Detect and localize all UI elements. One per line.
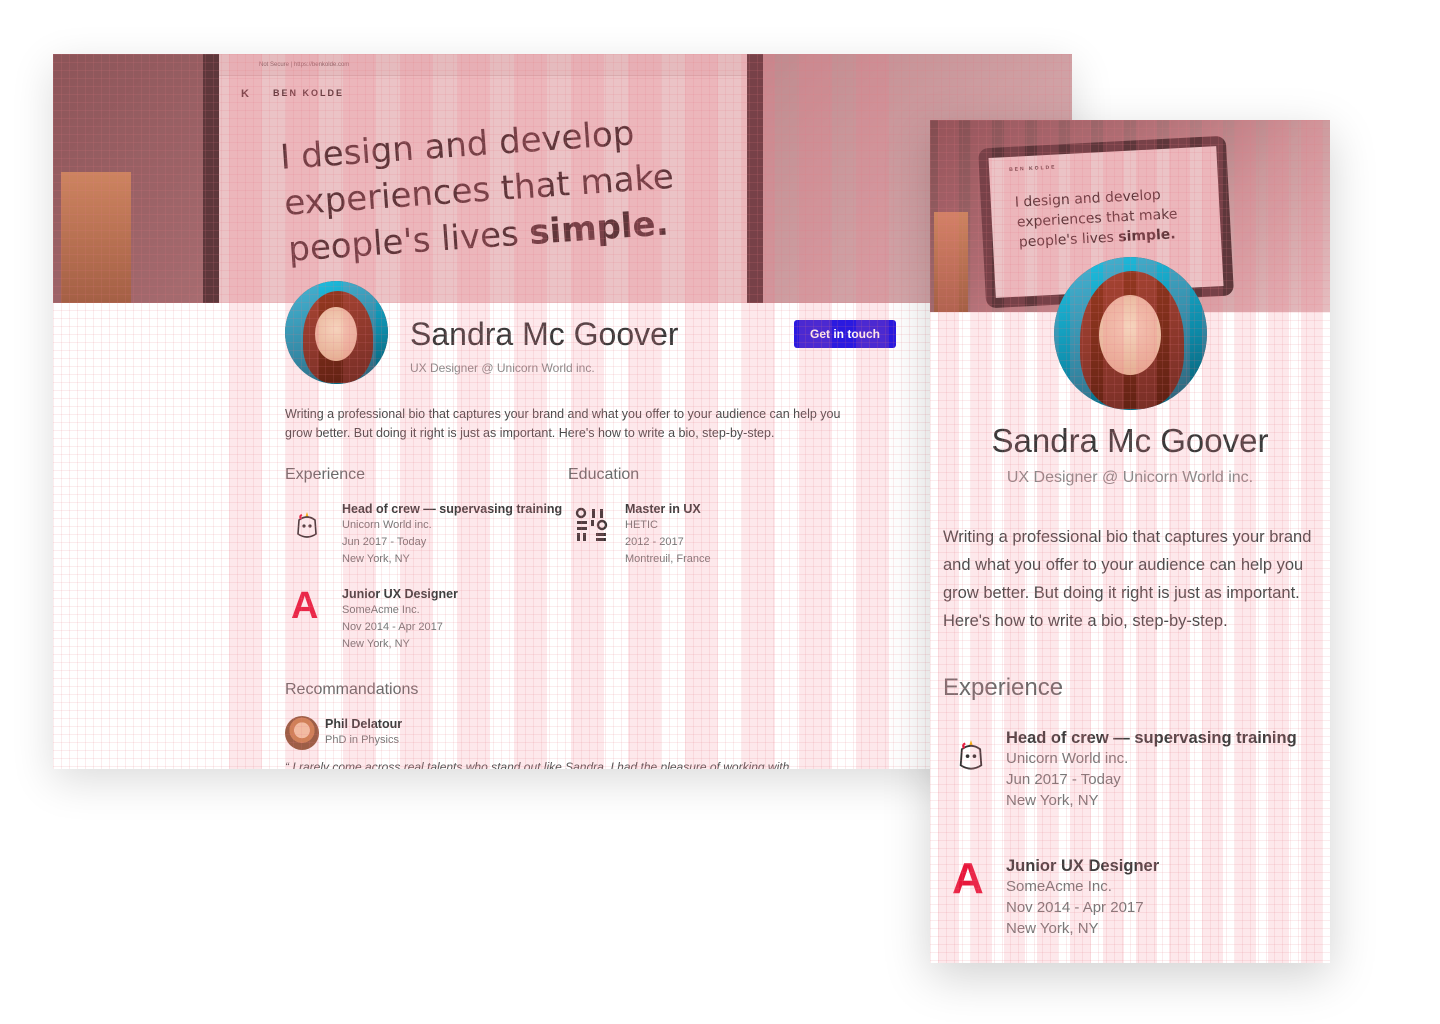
experience-item: A Junior UX Designer SomeAcme Inc. Nov 2… xyxy=(943,857,1323,947)
profile-name: Sandra Mc Goover xyxy=(991,422,1269,459)
experience-heading: Experience xyxy=(943,674,1064,701)
recommender-title: PhD in Physics xyxy=(325,734,399,746)
experience-location: New York, NY xyxy=(1006,792,1099,809)
experience-item: Head of crew — supervasing training Unic… xyxy=(943,729,1323,819)
experience-item: A Junior UX Designer SomeAcme Inc. Nov 2… xyxy=(285,587,565,657)
education-location: Montreuil, France xyxy=(625,553,711,565)
experience-company: SomeAcme Inc. xyxy=(342,604,420,616)
hero-tint-overlay xyxy=(53,54,1072,303)
profile-subtitle: UX Designer @ Unicorn World inc. xyxy=(410,361,595,375)
education-heading: Education xyxy=(568,466,640,483)
education-item: Master in UX HETIC 2012 - 2017 Montreuil… xyxy=(568,502,828,572)
profile-subtitle: UX Designer @ Unicorn World inc. xyxy=(1006,469,1254,486)
experience-location: New York, NY xyxy=(342,638,410,650)
recommendations-heading: Recommandations xyxy=(285,681,419,698)
experience-company: Unicorn World inc. xyxy=(1006,750,1129,767)
avatar-face xyxy=(1099,295,1161,375)
experience-dates: Jun 2017 - Today xyxy=(1006,771,1121,788)
experience-location: New York, NY xyxy=(1006,920,1099,937)
profile-avatar xyxy=(285,281,388,384)
hero-banner: Not Secure | https://benkolde.com K BEN … xyxy=(53,54,1072,303)
recommender-avatar xyxy=(285,716,319,750)
profile-bio: Writing a professional bio that captures… xyxy=(285,407,841,440)
avatar-face xyxy=(315,307,357,361)
education-school: HETIC xyxy=(625,519,658,531)
profile-avatar xyxy=(1054,257,1207,410)
experience-role: Head of crew — supervasing training xyxy=(342,502,563,516)
experience-company: Unicorn World inc. xyxy=(342,519,432,531)
experience-role: Junior UX Designer xyxy=(342,587,458,601)
acme-a-logo-icon: A xyxy=(952,854,984,903)
unicorn-logo-icon xyxy=(955,737,987,773)
experience-role: Junior UX Designer xyxy=(1006,857,1160,875)
education-dates: 2012 - 2017 xyxy=(625,536,684,548)
acme-a-logo-icon: A xyxy=(291,585,319,627)
unicorn-logo-icon xyxy=(293,510,321,540)
profile-name: Sandra Mc Goover xyxy=(410,316,679,352)
experience-item: Head of crew — supervasing training Unic… xyxy=(285,502,565,572)
experience-location: New York, NY xyxy=(342,553,410,565)
hetic-logo-icon xyxy=(574,506,610,542)
get-in-touch-button[interactable]: Get in touch xyxy=(794,320,896,348)
recommendation-quote: “ I rarely come across real talents who … xyxy=(285,760,790,769)
profile-bio: Writing a professional bio that captures… xyxy=(943,528,1312,630)
education-degree: Master in UX xyxy=(625,502,701,516)
experience-dates: Nov 2014 - Apr 2017 xyxy=(342,621,443,633)
experience-dates: Jun 2017 - Today xyxy=(342,536,427,548)
recommender-name: Phil Delatour xyxy=(325,717,403,731)
desktop-profile-frame: Not Secure | https://benkolde.com K BEN … xyxy=(53,54,1072,769)
experience-heading: Experience xyxy=(285,466,366,483)
experience-company: SomeAcme Inc. xyxy=(1006,878,1112,895)
experience-role: Head of crew — supervasing training xyxy=(1006,729,1297,747)
mobile-profile-frame: BEN KOLDE I design and develop experienc… xyxy=(930,120,1330,963)
recommendation-item: Phil Delatour PhD in Physics “ I rarely … xyxy=(285,716,885,769)
canvas: Not Secure | https://benkolde.com K BEN … xyxy=(0,0,1440,1024)
experience-dates: Nov 2014 - Apr 2017 xyxy=(1006,899,1144,916)
